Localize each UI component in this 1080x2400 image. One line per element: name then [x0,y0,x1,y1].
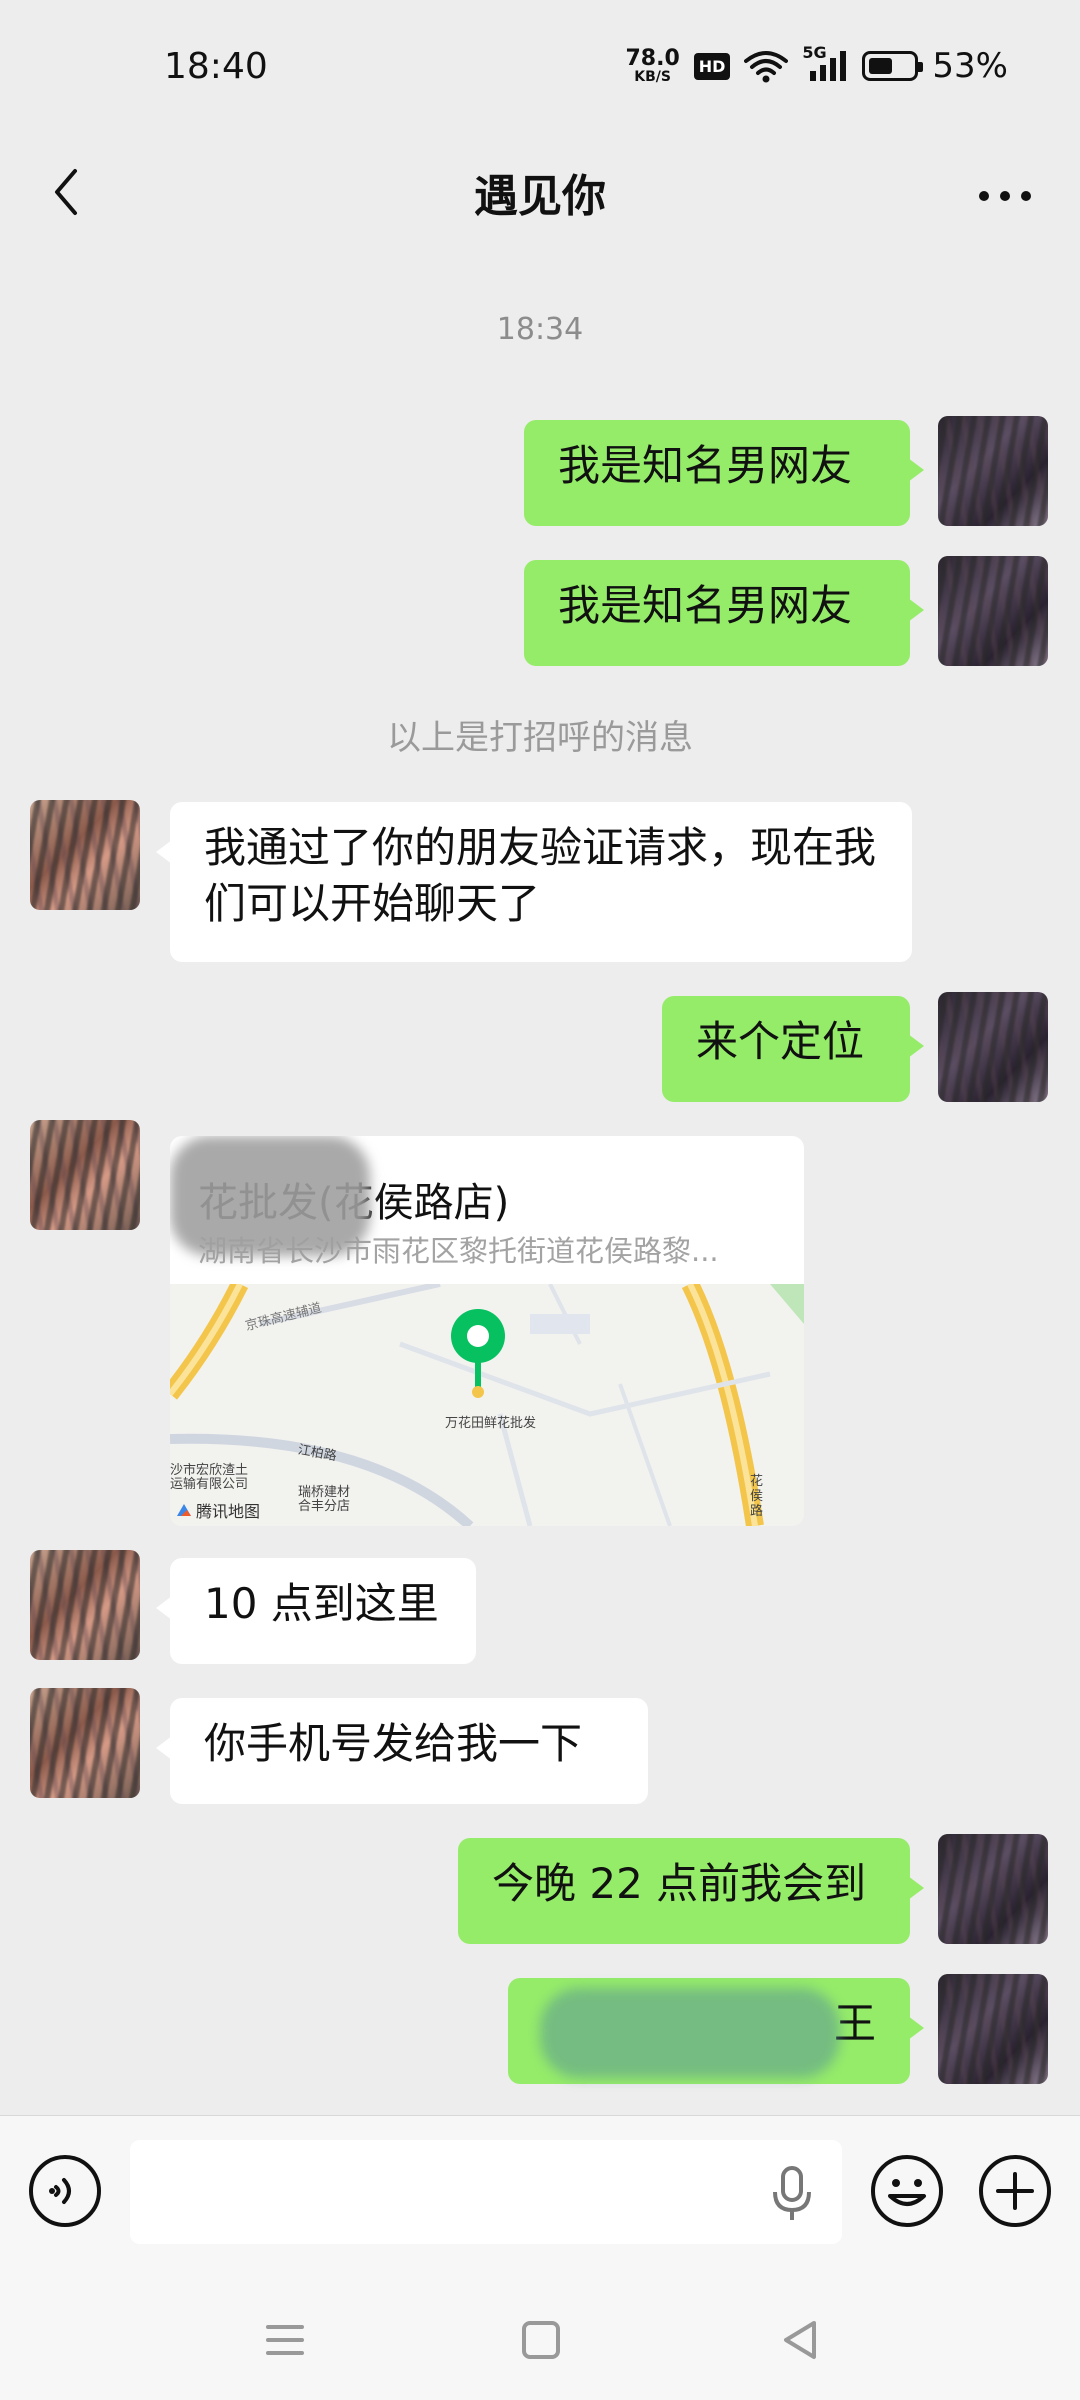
chat-area[interactable]: 18:34 我是知名男网友 我是知名男网友 以上是打招呼的消息 我通过了你的朋友… [0,250,1080,2115]
menu-icon[interactable] [260,2315,310,2365]
battery-fill [869,58,892,74]
message-bubble-outgoing[interactable]: 今晚 22 点前我会到 [458,1838,924,1944]
plus-icon[interactable] [978,2154,1052,2228]
chat-header: 遇见你 [0,140,1080,250]
voice-icon[interactable] [28,2154,102,2228]
tencent-map-icon [177,1504,191,1516]
home-icon[interactable] [516,2315,566,2365]
network-speed-value: 78.0 [625,46,680,71]
system-navigation-bar [0,2275,1080,2400]
map-brand: 腾讯地图 [176,1498,260,1522]
wifi-icon [744,51,789,83]
location-card[interactable]: 花批发(花侯路店) 湖南省长沙市雨花区黎托街道花侯路黎... [170,1136,804,1526]
message-bubble-outgoing[interactable]: 来个定位 [662,996,924,1102]
map-road-label: 花侯路 [750,1474,764,1519]
message-input[interactable] [130,2140,842,2244]
network-speed-unit: KB/S [634,69,671,85]
message-text: 王 [833,1999,876,2048]
map-poi-label: 瑞桥建材合丰分店 [298,1485,351,1514]
map-pin-icon [451,1309,505,1398]
avatar-self[interactable] [938,1974,1048,2084]
status-time: 18:40 [164,46,268,87]
avatar-contact[interactable] [30,1688,140,1798]
redaction-mark [170,1136,370,1256]
map-poi-label: 沙市宏欣渣土运输有限公司 [170,1463,249,1492]
map-pin-label: 万花田鲜花批发 [445,1416,537,1431]
message-bubble-incoming[interactable]: 10 点到这里 [156,1558,476,1664]
more-icon [979,191,1031,201]
input-bar [0,2115,1080,2275]
message-bubble-outgoing[interactable]: 我是知名男网友 [524,420,924,526]
avatar-contact[interactable] [30,800,140,910]
back-triangle-icon[interactable] [776,2315,826,2365]
message-bubble-incoming[interactable]: 我通过了你的朋友验证请求，现在我们可以开始聊天了 [156,802,912,962]
greeting-notice: 以上是打招呼的消息 [387,718,693,758]
status-indicators: 78.0 KB/S HD 5G 53% [625,43,1008,86]
avatar-contact[interactable] [30,1550,140,1660]
avatar-self[interactable] [938,556,1048,666]
hd-badge: HD [693,52,731,80]
map-brand-label: 腾讯地图 [196,1502,261,1521]
chat-title: 遇见你 [474,171,606,222]
more-button[interactable] [970,166,1040,226]
avatar-contact[interactable] [30,1120,140,1230]
signal-icon [810,51,847,81]
status-bar: 18:40 78.0 KB/S HD 5G 53% [0,0,1080,140]
battery-percent: 53% [932,46,1008,86]
chat-timestamp: 18:34 [496,312,584,347]
avatar-self[interactable] [938,992,1048,1102]
message-bubble-outgoing[interactable]: 我是知名男网友 [524,560,924,666]
mic-icon[interactable] [768,2166,816,2222]
message-bubble-incoming[interactable]: 你手机号发给我一下 [156,1698,648,1804]
avatar-self[interactable] [938,1834,1048,1944]
emoji-icon[interactable] [870,2154,944,2228]
network-speed: 78.0 KB/S [625,46,680,85]
signal-indicator: 5G [802,43,848,83]
battery-icon [862,51,924,81]
redaction-mark [540,1988,840,2078]
avatar-self[interactable] [938,416,1048,526]
location-map[interactable]: 万花田鲜花批发 京珠高速辅道 江柏路 花侯路 沙市宏欣渣土运输有限公司 瑞桥建材… [170,1284,804,1526]
